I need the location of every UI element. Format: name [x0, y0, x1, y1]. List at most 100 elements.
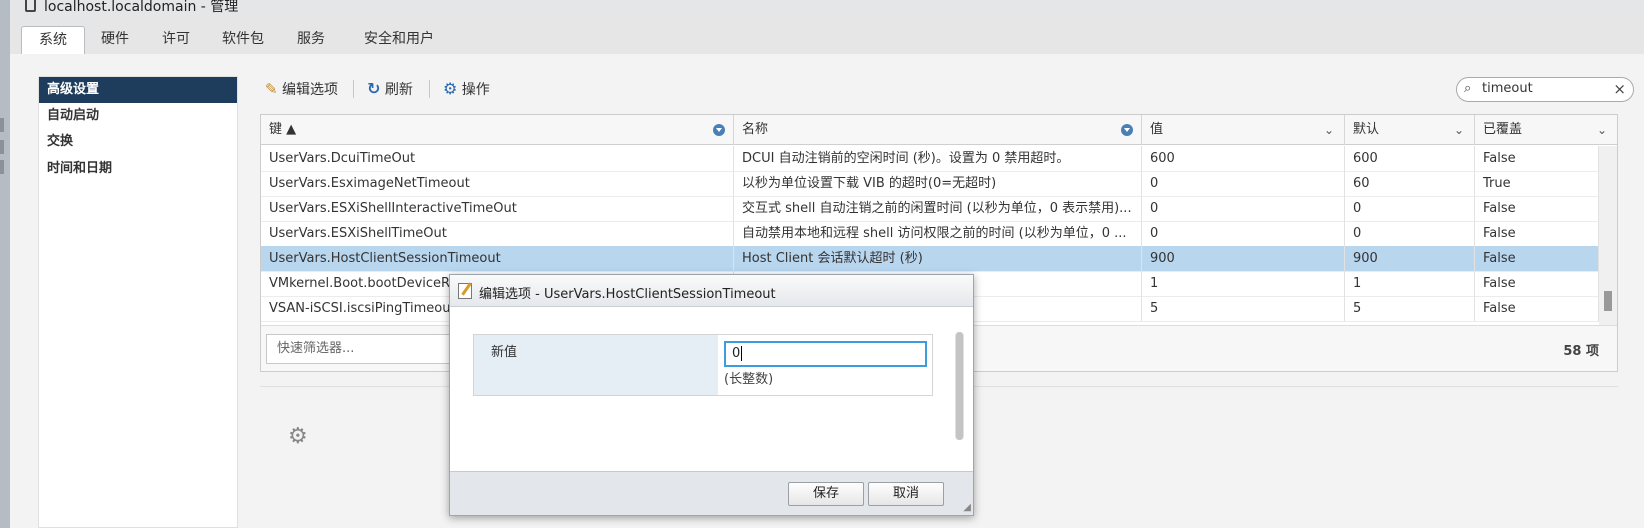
tab-security-users[interactable]: 安全和用户: [347, 26, 451, 54]
toolbar-divider: [429, 80, 430, 98]
scrollbar-thumb[interactable]: [1604, 291, 1612, 311]
cell-name: 以秒为单位设置下载 VIB 的超时(0=无超时): [734, 171, 1142, 196]
tab-packages[interactable]: 软件包: [205, 26, 281, 54]
cell-value: 1: [1142, 271, 1345, 296]
sidebar-item-advanced-settings[interactable]: 高级设置: [39, 77, 237, 103]
chevron-down-icon[interactable]: ⌄: [1597, 115, 1607, 145]
table-row[interactable]: UserVars.DcuiTimeOut DCUI 自动注销前的空闲时间 (秒)。…: [261, 146, 1599, 172]
new-value-text: 0: [732, 346, 741, 361]
cell-default: 900: [1345, 246, 1475, 271]
item-count: 58 项: [1563, 344, 1599, 359]
tab-license[interactable]: 许可: [145, 26, 207, 54]
column-header-overridden[interactable]: 已覆盖 ⌄: [1475, 115, 1617, 145]
column-header-label: 默认: [1353, 122, 1380, 137]
cell-name: DCUI 自动注销前的空闲时间 (秒)。设置为 0 禁用超时。: [734, 146, 1142, 171]
resize-grip-icon[interactable]: ◢: [963, 502, 971, 513]
column-menu-icon[interactable]: [713, 124, 725, 136]
edge-marker: [0, 118, 4, 132]
sidebar: 高级设置 自动启动 交换 时间和日期: [38, 76, 238, 528]
cell-value: 900: [1142, 246, 1345, 271]
cell-name: Host Client 会话默认超时 (秒): [734, 246, 1142, 271]
table-row[interactable]: UserVars.EsximageNetTimeout 以秒为单位设置下载 VIB…: [261, 171, 1599, 197]
grid-header: 键 ▲ 名称 值 ⌄ 默认 ⌄ 已覆盖 ⌄: [261, 115, 1617, 145]
new-value-label: 新值: [491, 345, 518, 360]
cell-key: UserVars.ESXiShellTimeOut: [261, 221, 734, 246]
sidebar-item-swap[interactable]: 交换: [39, 129, 237, 155]
quick-filter-input[interactable]: 快速筛选器...: [266, 334, 466, 364]
cell-default: 0: [1345, 221, 1475, 246]
dialog-footer: 保存 取消 ◢: [450, 471, 973, 515]
cell-overridden: False: [1475, 296, 1599, 321]
dialog-body: 新值 0 (长整数): [450, 308, 973, 471]
edit-option-dialog: 编辑选项 - UserVars.HostClientSessionTimeout…: [449, 274, 974, 516]
cell-name: 交互式 shell 自动注销之前的闲置时间 (以秒为单位，0 表示禁用)...: [734, 196, 1142, 221]
scrollbar-thumb[interactable]: [956, 332, 963, 440]
search-input[interactable]: ⌕ timeout ×: [1456, 77, 1634, 102]
actions-button[interactable]: ⚙ 操作: [443, 78, 490, 100]
cancel-button[interactable]: 取消: [868, 482, 944, 506]
tab-services[interactable]: 服务: [280, 26, 342, 54]
dialog-header: 编辑选项 - UserVars.HostClientSessionTimeout: [450, 275, 973, 307]
new-value-input[interactable]: 0: [724, 341, 927, 367]
cell-overridden: False: [1475, 196, 1599, 221]
search-icon: ⌕: [1464, 81, 1472, 96]
sidebar-item-autostart[interactable]: 自动启动: [39, 103, 237, 129]
tab-system[interactable]: 系统: [21, 26, 85, 54]
table-row[interactable]: UserVars.HostClientSessionTimeout Host Cl…: [261, 246, 1599, 272]
chevron-down-icon[interactable]: ⌄: [1454, 115, 1464, 145]
cell-overridden: False: [1475, 271, 1599, 296]
pencil-icon: ✎: [265, 80, 278, 98]
value-type-hint: (长整数): [724, 372, 774, 387]
clear-search-icon[interactable]: ×: [1613, 80, 1626, 98]
gear-icon: ⚙: [443, 79, 458, 98]
search-value: timeout: [1482, 81, 1533, 96]
cell-value: 0: [1142, 171, 1345, 196]
refresh-button[interactable]: ↻ 刷新: [367, 78, 413, 100]
column-menu-icon[interactable]: [1121, 124, 1133, 136]
table-row[interactable]: UserVars.ESXiShellTimeOut 自动禁用本地和远程 shell…: [261, 221, 1599, 247]
table-row[interactable]: UserVars.ESXiShellInteractiveTimeOut 交互式 …: [261, 196, 1599, 222]
column-header-label: 值: [1150, 122, 1164, 137]
column-header-default[interactable]: 默认 ⌄: [1345, 115, 1475, 145]
refresh-icon: ↻: [367, 79, 381, 98]
cell-key: UserVars.HostClientSessionTimeout: [261, 246, 734, 271]
cell-overridden: True: [1475, 171, 1599, 196]
text-cursor: [741, 346, 743, 361]
edge-marker: [0, 140, 4, 154]
dialog-title: 编辑选项 - UserVars.HostClientSessionTimeout: [479, 287, 776, 302]
dialog-scrollbar[interactable]: [955, 332, 964, 440]
column-header-value[interactable]: 值 ⌄: [1142, 115, 1345, 145]
grid-scrollbar[interactable]: [1599, 146, 1617, 342]
column-header-label: 已覆盖: [1483, 122, 1523, 137]
sidebar-item-time-date[interactable]: 时间和日期: [39, 156, 237, 182]
tab-bar: 系统 硬件 许可 软件包 服务 安全和用户: [10, 20, 1644, 54]
cell-overridden: False: [1475, 246, 1599, 271]
cell-value: 0: [1142, 196, 1345, 221]
chevron-down-icon[interactable]: ⌄: [1324, 115, 1334, 145]
column-header-key[interactable]: 键 ▲: [261, 115, 734, 145]
column-header-label: 键 ▲: [269, 122, 297, 137]
tab-hardware[interactable]: 硬件: [84, 26, 146, 54]
column-header-name[interactable]: 名称: [734, 115, 1142, 145]
toolbar-divider: [353, 80, 354, 98]
cell-overridden: False: [1475, 221, 1599, 246]
edit-form: 新值 0 (长整数): [473, 334, 933, 396]
actions-label: 操作: [461, 82, 490, 98]
cell-value: 600: [1142, 146, 1345, 171]
edit-option-label: 编辑选项: [282, 82, 339, 98]
edge-marker: [0, 160, 4, 174]
cell-value: 0: [1142, 221, 1345, 246]
edit-document-icon: [458, 283, 472, 299]
cell-key: UserVars.EsximageNetTimeout: [261, 171, 734, 196]
edit-option-button[interactable]: ✎ 编辑选项: [265, 78, 338, 100]
cell-default: 1: [1345, 271, 1475, 296]
window-title: localhost.localdomain - 管理: [44, 0, 239, 15]
cell-key: UserVars.ESXiShellInteractiveTimeOut: [261, 196, 734, 221]
cell-default: 600: [1345, 146, 1475, 171]
cell-default: 5: [1345, 296, 1475, 321]
settings-gear-icon: ⚙: [288, 424, 308, 449]
cell-overridden: False: [1475, 146, 1599, 171]
save-button[interactable]: 保存: [788, 482, 864, 506]
window-titlebar: localhost.localdomain - 管理: [10, 0, 1644, 20]
window-left-edge: [0, 0, 10, 528]
